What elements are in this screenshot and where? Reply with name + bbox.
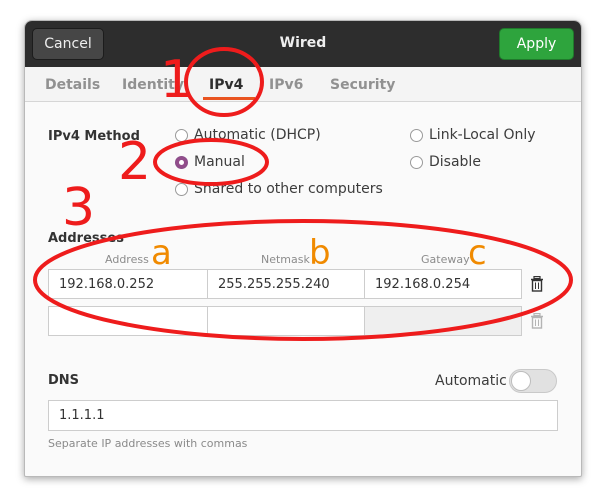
- annotation-letter-a: a: [151, 233, 172, 273]
- annotation-letter-b: b: [309, 233, 331, 273]
- ipv4-tab-circle: [184, 47, 264, 117]
- annotation-overlay: [33, 47, 573, 341]
- addresses-ellipse: [33, 219, 573, 341]
- manual-option-ellipse: [153, 138, 269, 186]
- annotation-number-2: 2: [118, 132, 152, 192]
- annotation-number-1: 1: [160, 50, 194, 110]
- annotation-letter-c: c: [468, 233, 487, 273]
- annotation-number-3: 3: [62, 178, 96, 238]
